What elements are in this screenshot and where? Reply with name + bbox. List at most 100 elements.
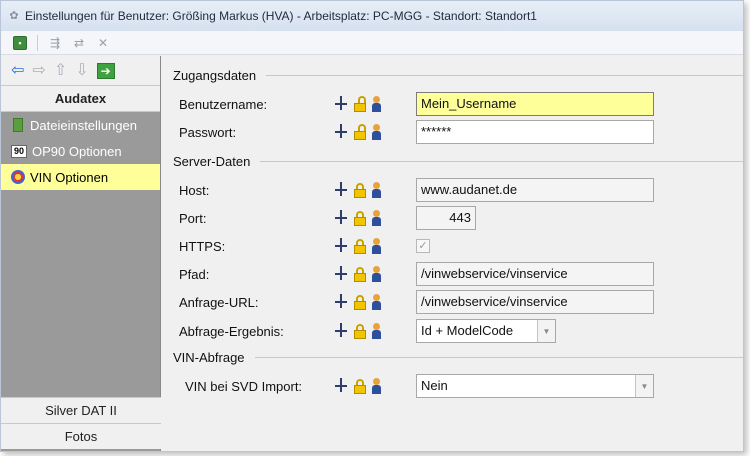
- app-icon: ✿: [9, 10, 19, 22]
- sidebar: ⇦ ⇨ ⇧ ⇩ ➔ Audatex Dateieinstellungen 90 …: [1, 56, 161, 451]
- lock-icon[interactable]: [354, 267, 366, 282]
- toolbar: ▪ ⇶ ⇄ ✕: [1, 31, 743, 55]
- settings-panel: Zugangsdaten Benutzername: Mein_Username…: [163, 56, 743, 451]
- password-label: Passwort:: [179, 124, 237, 140]
- user-scope-icon[interactable]: [372, 294, 381, 310]
- scope-icons: [334, 182, 416, 198]
- row-pfad: Pfad: /vinwebservice/vinservice: [179, 262, 743, 286]
- settings-window: ✿ Einstellungen für Benutzer: Größing Ma…: [0, 0, 744, 452]
- save-button[interactable]: ▪: [11, 34, 29, 52]
- scope-icons: [334, 238, 416, 254]
- unlocked-icon[interactable]: [354, 96, 366, 112]
- https-checkbox[interactable]: ✓: [416, 239, 430, 253]
- host-field[interactable]: www.audanet.de: [416, 178, 654, 202]
- network-scope-icon[interactable]: [334, 210, 348, 226]
- scope-icons: [334, 294, 416, 310]
- sidebar-group-audatex[interactable]: Audatex: [1, 86, 160, 112]
- up-arrow-icon[interactable]: ⇧: [54, 62, 67, 79]
- username-field[interactable]: Mein_Username: [416, 92, 654, 116]
- row-https: HTTPS: ✓: [179, 234, 743, 258]
- section-zugangsdaten: Zugangsdaten: [173, 68, 743, 83]
- forward-arrow-icon[interactable]: ⇨: [32, 62, 45, 79]
- go-icon[interactable]: ➔: [96, 62, 115, 79]
- password-field[interactable]: ******: [416, 120, 654, 144]
- sidebar-group-silver-dat[interactable]: Silver DAT II: [1, 397, 161, 423]
- copy-settings-icon[interactable]: ⇶: [46, 34, 64, 52]
- section-title: VIN-Abfrage: [173, 350, 245, 365]
- lock-icon[interactable]: [354, 239, 366, 254]
- user-scope-icon[interactable]: [372, 182, 381, 198]
- https-label: HTTPS:: [179, 238, 226, 254]
- transfer-settings-icon[interactable]: ⇄: [70, 34, 88, 52]
- path-label: Pfad:: [179, 266, 210, 282]
- port-field[interactable]: 443: [416, 206, 476, 230]
- user-scope-icon[interactable]: [372, 266, 381, 282]
- network-scope-icon[interactable]: [334, 238, 348, 254]
- svd-import-select-value: Nein: [421, 378, 448, 393]
- scope-icons: [334, 124, 416, 140]
- lock-icon[interactable]: [354, 183, 366, 198]
- user-scope-icon[interactable]: [372, 124, 381, 140]
- username-label: Benutzername:: [179, 96, 268, 112]
- network-scope-icon[interactable]: [334, 266, 348, 282]
- row-host: Host: www.audanet.de: [179, 178, 743, 202]
- scope-icons: [334, 96, 416, 112]
- network-scope-icon[interactable]: [334, 124, 348, 140]
- row-password: Passwort: ******: [179, 120, 743, 144]
- sidebar-item-label: Dateieinstellungen: [30, 117, 137, 133]
- svd-import-select[interactable]: Nein ▼: [416, 374, 654, 398]
- row-port: Port: 443: [179, 206, 743, 230]
- sidebar-item-label: VIN Optionen: [30, 169, 109, 185]
- window-title: Einstellungen für Benutzer: Größing Mark…: [25, 9, 537, 23]
- result-select[interactable]: Id + ModelCode ▼: [416, 319, 556, 343]
- user-scope-icon[interactable]: [372, 378, 381, 394]
- sidebar-item-label: OP90 Optionen: [32, 143, 122, 159]
- scope-icons: [334, 210, 416, 226]
- lock-icon[interactable]: [354, 295, 366, 310]
- section-server-daten: Server-Daten: [173, 154, 743, 169]
- vin-icon: [11, 169, 25, 185]
- row-username: Benutzername: Mein_Username: [179, 92, 743, 116]
- down-arrow-icon[interactable]: ⇩: [75, 62, 88, 79]
- path-field[interactable]: /vinwebservice/vinservice: [416, 262, 654, 286]
- toolbar-separator: [37, 34, 38, 51]
- user-scope-icon[interactable]: [372, 323, 381, 339]
- network-scope-icon[interactable]: [334, 323, 348, 339]
- section-title: Zugangsdaten: [173, 68, 257, 83]
- sidebar-item-dateieinstellungen[interactable]: Dateieinstellungen: [1, 112, 160, 138]
- user-scope-icon[interactable]: [372, 96, 381, 112]
- navigation-bar: ⇦ ⇨ ⇧ ⇩ ➔: [1, 56, 160, 86]
- svd-import-label: VIN bei SVD Import:: [185, 378, 303, 394]
- network-scope-icon[interactable]: [334, 182, 348, 198]
- op90-icon: 90: [11, 144, 27, 158]
- request-url-field[interactable]: /vinwebservice/vinservice: [416, 290, 654, 314]
- sidebar-group-fotos[interactable]: Fotos: [1, 423, 161, 449]
- section-vin-abfrage: VIN-Abfrage: [173, 350, 743, 365]
- back-arrow-icon[interactable]: ⇦: [11, 62, 24, 79]
- result-label: Abfrage-Ergebnis:: [179, 323, 284, 339]
- lock-icon[interactable]: [354, 379, 366, 394]
- user-scope-icon[interactable]: [372, 238, 381, 254]
- section-divider: [266, 75, 743, 76]
- network-scope-icon[interactable]: [334, 378, 348, 394]
- unlocked-icon[interactable]: [354, 124, 366, 140]
- lock-icon[interactable]: [354, 324, 366, 339]
- request-url-label: Anfrage-URL:: [179, 294, 259, 310]
- lock-icon[interactable]: [354, 211, 366, 226]
- user-scope-icon[interactable]: [372, 210, 381, 226]
- sidebar-item-vin-optionen[interactable]: VIN Optionen: [1, 164, 160, 190]
- scope-icons: [334, 323, 416, 339]
- section-title: Server-Daten: [173, 154, 251, 169]
- scope-icons: [334, 266, 416, 282]
- result-select-value: Id + ModelCode: [421, 323, 514, 338]
- network-scope-icon[interactable]: [334, 294, 348, 310]
- title-bar: ✿ Einstellungen für Benutzer: Größing Ma…: [1, 1, 743, 31]
- network-scope-icon[interactable]: [334, 96, 348, 112]
- chevron-down-icon[interactable]: ▼: [537, 320, 555, 342]
- host-label: Host:: [179, 182, 210, 198]
- chevron-down-icon[interactable]: ▼: [635, 375, 653, 397]
- delete-settings-icon[interactable]: ✕: [94, 34, 112, 52]
- sidebar-item-op90-optionen[interactable]: 90 OP90 Optionen: [1, 138, 160, 164]
- row-abfrage-ergebnis: Abfrage-Ergebnis: Id + ModelCode ▼: [179, 319, 743, 343]
- row-anfrage-url: Anfrage-URL: /vinwebservice/vinservice: [179, 290, 743, 314]
